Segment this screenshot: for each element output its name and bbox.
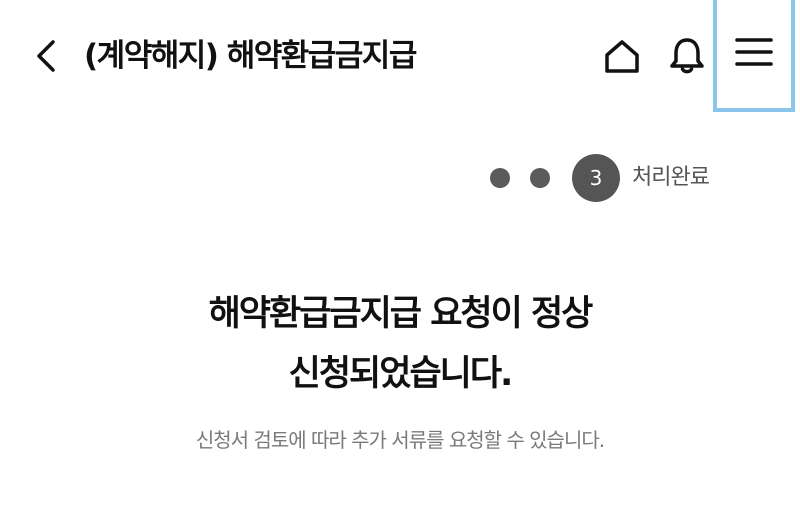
home-icon (605, 40, 639, 73)
result-headline-line1: 해약환급금지급 요청이 정상 (208, 294, 594, 334)
back-button[interactable] (26, 36, 66, 76)
result-message: 해약환급금지급 요청이 정상 신청되었습니다. 신청서 검토에 따라 추가 서류… (0, 284, 800, 454)
page: (계약해지) 해약환급금지급 3 처리완료 해약환급금지급 요청이 정상 신청되… (0, 0, 800, 519)
home-button[interactable] (600, 34, 644, 78)
current-step-badge: 3 (572, 154, 620, 202)
header-bar: (계약해지) 해약환급금지급 (0, 0, 800, 116)
menu-button[interactable] (713, 0, 795, 112)
result-headline-line2: 신청되었습니다. (288, 354, 514, 394)
step-2-dot (530, 168, 550, 188)
result-subtext: 신청서 검토에 따라 추가 서류를 요청할 수 있습니다. (195, 428, 605, 452)
bell-icon (670, 38, 704, 74)
current-step-label: 처리완료 (632, 165, 710, 190)
notification-button[interactable] (665, 34, 709, 78)
hamburger-menu-icon (735, 38, 773, 66)
chevron-left-icon (37, 40, 55, 72)
page-title: (계약해지) 해약환급금지급 (84, 38, 417, 74)
step-1-dot (490, 168, 510, 188)
